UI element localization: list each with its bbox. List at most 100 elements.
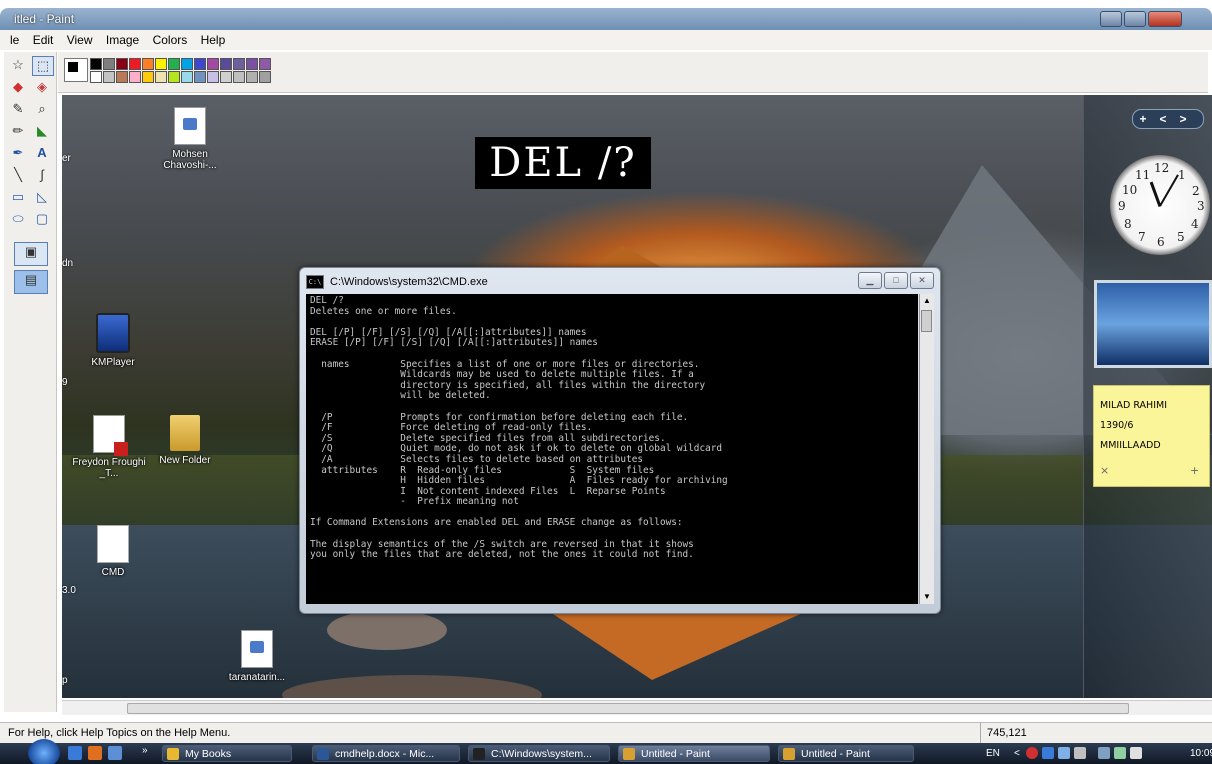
magnifier-icon[interactable]: ⌕ bbox=[32, 100, 52, 118]
antivirus-tray-icon[interactable] bbox=[1026, 747, 1038, 759]
menu-file[interactable]: le bbox=[0, 30, 24, 50]
palette-color-swatch[interactable] bbox=[181, 71, 193, 83]
sticky-add-icon[interactable]: + bbox=[1190, 464, 1199, 477]
palette-color-swatch[interactable] bbox=[194, 71, 206, 83]
clock-gadget[interactable]: 12 1 2 3 4 5 6 7 8 9 10 11 bbox=[1110, 155, 1210, 255]
palette-color-swatch[interactable] bbox=[142, 71, 154, 83]
next-gadget-button[interactable]: > bbox=[1173, 110, 1193, 128]
palette-color-swatch[interactable] bbox=[155, 58, 167, 70]
brush-icon[interactable]: ◣ bbox=[32, 122, 52, 140]
palette-color-swatch[interactable] bbox=[129, 71, 141, 83]
draw-opaque-option[interactable]: ▣ bbox=[14, 242, 48, 266]
palette-color-swatch[interactable] bbox=[246, 58, 258, 70]
menu-colors[interactable]: Colors bbox=[148, 30, 193, 50]
scroll-thumb[interactable] bbox=[127, 703, 1129, 714]
free-select-icon[interactable]: ☆ bbox=[8, 56, 28, 74]
draw-transparent-option[interactable]: ▤ bbox=[14, 270, 48, 294]
palette-color-swatch[interactable] bbox=[168, 71, 180, 83]
text-icon[interactable]: A bbox=[32, 144, 52, 162]
taskbar-clock[interactable]: 10:09 bbox=[1190, 743, 1212, 764]
cmd-close-button[interactable]: ✕ bbox=[910, 272, 934, 289]
palette-color-swatch[interactable] bbox=[220, 58, 232, 70]
prev-gadget-button[interactable]: < bbox=[1153, 110, 1173, 128]
canvas-horizontal-scrollbar[interactable] bbox=[62, 700, 1212, 715]
cmd-vertical-scrollbar[interactable]: ▲ ▼ bbox=[919, 294, 934, 604]
palette-color-swatch[interactable] bbox=[259, 58, 271, 70]
network-tray-icon[interactable] bbox=[1042, 747, 1054, 759]
palette-color-swatch[interactable] bbox=[194, 58, 206, 70]
taskbar-button-cmd[interactable]: C:\Windows\system... bbox=[468, 745, 610, 762]
taskbar-overflow-icon[interactable]: » bbox=[142, 745, 148, 756]
taskbar-button-my-books[interactable]: My Books bbox=[162, 745, 292, 762]
palette-color-swatch[interactable] bbox=[90, 58, 102, 70]
palette-color-swatch[interactable] bbox=[233, 58, 245, 70]
palette-color-swatch[interactable] bbox=[142, 58, 154, 70]
pick-color-icon[interactable]: ✎ bbox=[8, 100, 28, 118]
cmd-window[interactable]: C:\ C:\Windows\system32\CMD.exe ▁ □ ✕ DE… bbox=[299, 267, 941, 614]
scroll-thumb[interactable] bbox=[921, 310, 932, 332]
start-button[interactable] bbox=[28, 739, 60, 764]
airbrush-icon[interactable]: ✒ bbox=[8, 144, 28, 162]
ellipse-icon[interactable]: ⬭ bbox=[8, 210, 28, 228]
palette-color-swatch[interactable] bbox=[207, 71, 219, 83]
palette-color-swatch[interactable] bbox=[246, 71, 258, 83]
cmd-minimize-button[interactable]: ▁ bbox=[858, 272, 882, 289]
palette-color-swatch[interactable] bbox=[116, 58, 128, 70]
desktop-icon-taranatarin[interactable]: taranatarin... bbox=[212, 630, 302, 683]
paint-title-bar[interactable]: itled - Paint bbox=[0, 8, 1212, 30]
sticky-note-gadget[interactable]: MILAD RAHIMI 1390/6 MMIILLAADD × + bbox=[1093, 385, 1210, 487]
palette-color-swatch[interactable] bbox=[259, 71, 271, 83]
sticky-close-icon[interactable]: × bbox=[1100, 464, 1109, 477]
desktop-icon-new-folder[interactable]: New Folder bbox=[140, 415, 230, 466]
close-button[interactable] bbox=[1148, 11, 1182, 27]
polygon-icon[interactable]: ◺ bbox=[32, 188, 52, 206]
line-icon[interactable]: ╲ bbox=[8, 166, 28, 184]
palette-color-swatch[interactable] bbox=[181, 58, 193, 70]
firefox-icon[interactable] bbox=[88, 746, 102, 760]
cmd-console[interactable]: DEL /? Deletes one or more files. DEL [/… bbox=[306, 294, 918, 604]
palette-color-swatch[interactable] bbox=[220, 71, 232, 83]
connection-tray-icon[interactable] bbox=[1114, 747, 1126, 759]
cmd-title-bar[interactable]: C:\ C:\Windows\system32\CMD.exe bbox=[306, 272, 488, 292]
menu-view[interactable]: View bbox=[62, 30, 98, 50]
volume-tray-icon[interactable] bbox=[1130, 747, 1142, 759]
palette-color-swatch[interactable] bbox=[116, 71, 128, 83]
rect-select-icon[interactable]: ⬚ bbox=[32, 56, 54, 76]
palette-color-swatch[interactable] bbox=[129, 58, 141, 70]
device-tray-icon[interactable] bbox=[1074, 747, 1086, 759]
menu-edit[interactable]: Edit bbox=[28, 30, 59, 50]
messenger-tray-icon[interactable] bbox=[1058, 747, 1070, 759]
menu-help[interactable]: Help bbox=[196, 30, 231, 50]
taskbar-button-paint-1[interactable]: Untitled - Paint bbox=[618, 745, 770, 762]
palette-color-swatch[interactable] bbox=[103, 71, 115, 83]
switch-windows-icon[interactable] bbox=[108, 746, 122, 760]
palette-color-swatch[interactable] bbox=[168, 58, 180, 70]
rounded-rect-icon[interactable]: ▢ bbox=[32, 210, 52, 228]
palette-color-swatch[interactable] bbox=[233, 71, 245, 83]
scroll-down-icon[interactable]: ▼ bbox=[920, 590, 934, 604]
pencil-icon[interactable]: ✏ bbox=[8, 122, 28, 140]
show-hidden-icons-chevron[interactable]: < bbox=[1014, 743, 1020, 764]
maximize-button[interactable] bbox=[1124, 11, 1146, 27]
palette-color-swatch[interactable] bbox=[155, 71, 167, 83]
palette-color-swatch[interactable] bbox=[90, 71, 102, 83]
slideshow-gadget[interactable] bbox=[1094, 280, 1212, 368]
taskbar-button-word[interactable]: cmdhelp.docx - Mic... bbox=[312, 745, 460, 762]
language-indicator[interactable]: EN bbox=[986, 743, 1000, 764]
palette-color-swatch[interactable] bbox=[103, 58, 115, 70]
current-colors[interactable] bbox=[64, 58, 88, 82]
add-gadget-button[interactable]: + bbox=[1133, 110, 1153, 128]
action-center-tray-icon[interactable] bbox=[1098, 747, 1110, 759]
taskbar-button-paint-2[interactable]: Untitled - Paint bbox=[778, 745, 914, 762]
paint-canvas[interactable]: er dn 9 3.0 p Mohsen Chavoshi-... KMPlay… bbox=[62, 95, 1212, 698]
eraser-icon[interactable]: ◆ bbox=[8, 78, 28, 96]
cmd-maximize-button[interactable]: □ bbox=[884, 272, 908, 289]
minimize-button[interactable] bbox=[1100, 11, 1122, 27]
palette-color-swatch[interactable] bbox=[207, 58, 219, 70]
menu-image[interactable]: Image bbox=[101, 30, 144, 50]
scroll-up-icon[interactable]: ▲ bbox=[920, 294, 934, 308]
desktop-icon-kmplayer[interactable]: KMPlayer bbox=[68, 313, 158, 368]
desktop-icon-cmd[interactable]: CMD bbox=[68, 525, 158, 578]
fill-icon[interactable]: ◈ bbox=[32, 78, 52, 96]
rectangle-icon[interactable]: ▭ bbox=[8, 188, 28, 206]
